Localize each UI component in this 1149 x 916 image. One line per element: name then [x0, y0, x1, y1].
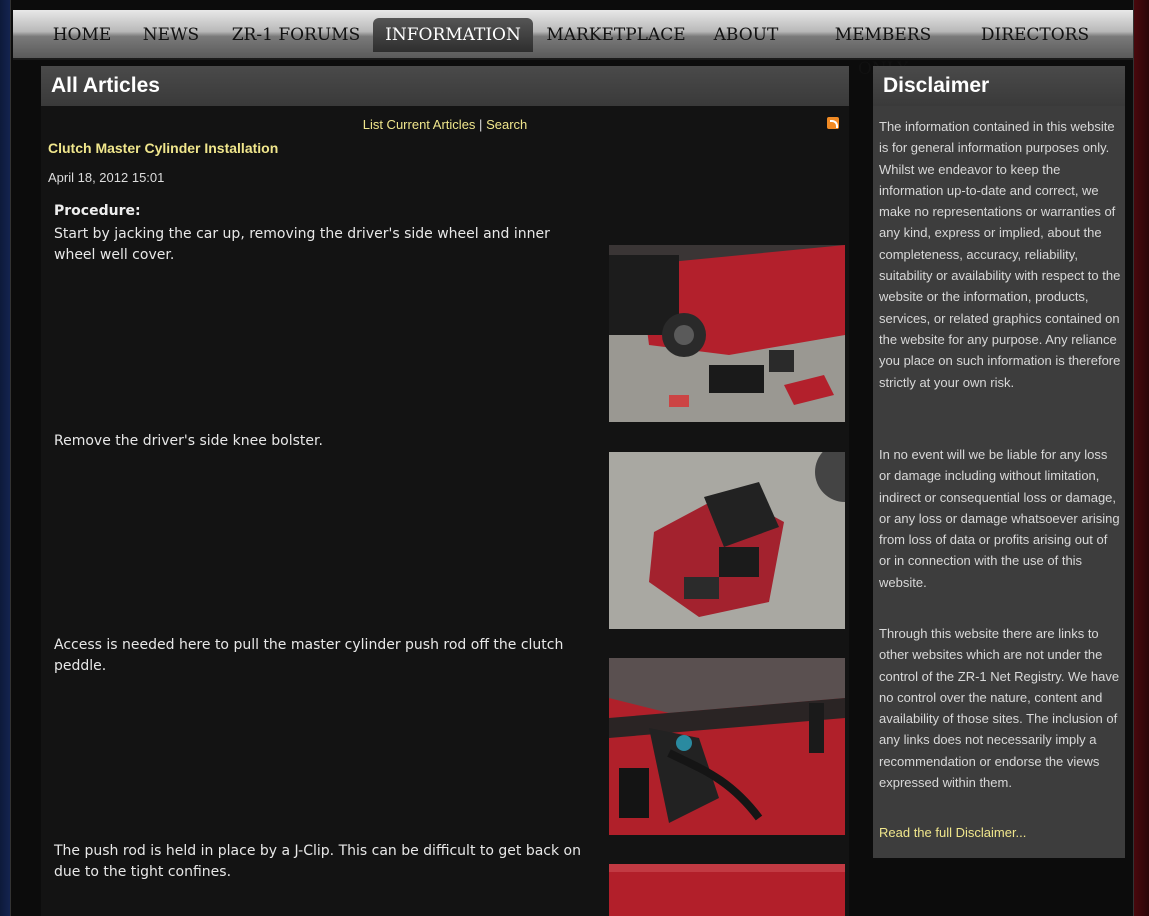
disclaimer-paragraph-3: Through this website there are links to … [879, 626, 1120, 791]
nav-home[interactable]: HOME [49, 18, 115, 52]
link-separator: | [479, 117, 483, 132]
car-jacked-image [609, 245, 845, 422]
nav-zr1-forums[interactable]: ZR-1 FORUMS [227, 18, 365, 52]
nav-marketplace[interactable]: MARKETPLACE [546, 18, 686, 52]
search-link[interactable]: Search [486, 117, 527, 132]
main-content: All Articles List Current Articles | Sea… [41, 66, 849, 916]
article-title[interactable]: Clutch Master Cylinder Installation [48, 140, 278, 156]
step-text-2: Remove the driver's side knee bolster. [54, 433, 323, 449]
sidebar-title: Disclaimer [883, 74, 990, 97]
list-current-articles-link[interactable]: List Current Articles [363, 117, 476, 132]
page-frame: HOME NEWS ZR-1 FORUMS INFORMATION MARKET… [10, 0, 1134, 916]
read-full-disclaimer-link[interactable]: Read the full Disclaimer... [879, 825, 1026, 840]
article-links: List Current Articles | Search [41, 117, 849, 132]
sidebar-header: Disclaimer [873, 66, 1125, 106]
disclaimer-paragraph-2: In no event will we be liable for any lo… [879, 447, 1120, 590]
step-text-3: Access is needed here to pull the master… [54, 637, 564, 674]
j-clip-image [609, 864, 845, 916]
main-header: All Articles [41, 66, 849, 106]
photo-knee-bolster[interactable] [609, 452, 845, 629]
disclaimer-paragraph-1: The information contained in this websit… [879, 119, 1121, 390]
nav-news[interactable]: NEWS [138, 18, 204, 52]
nav-members-only[interactable]: MEMBERS ONLY [808, 18, 958, 79]
page-title: All Articles [51, 74, 160, 97]
photo-car-jacked[interactable] [609, 245, 845, 422]
rss-icon[interactable] [827, 117, 839, 129]
step-text-1: Start by jacking the car up, removing th… [54, 226, 550, 263]
nav-information[interactable]: INFORMATION [373, 18, 533, 52]
top-navigation: HOME NEWS ZR-1 FORUMS INFORMATION MARKET… [13, 10, 1133, 79]
clutch-pedal-image [609, 658, 845, 835]
procedure-label: Procedure: [54, 203, 141, 219]
article-date: April 18, 2012 15:01 [48, 170, 165, 185]
nav-about[interactable]: ABOUT [706, 18, 786, 52]
photo-j-clip[interactable] [609, 864, 845, 916]
step-text-4: The push rod is held in place by a J-Cli… [54, 843, 581, 880]
photo-clutch-pedal[interactable] [609, 658, 845, 835]
nav-directors[interactable]: DIRECTORS [979, 18, 1091, 52]
disclaimer-sidebar: Disclaimer The information contained in … [873, 66, 1125, 858]
knee-bolster-image [609, 452, 845, 629]
